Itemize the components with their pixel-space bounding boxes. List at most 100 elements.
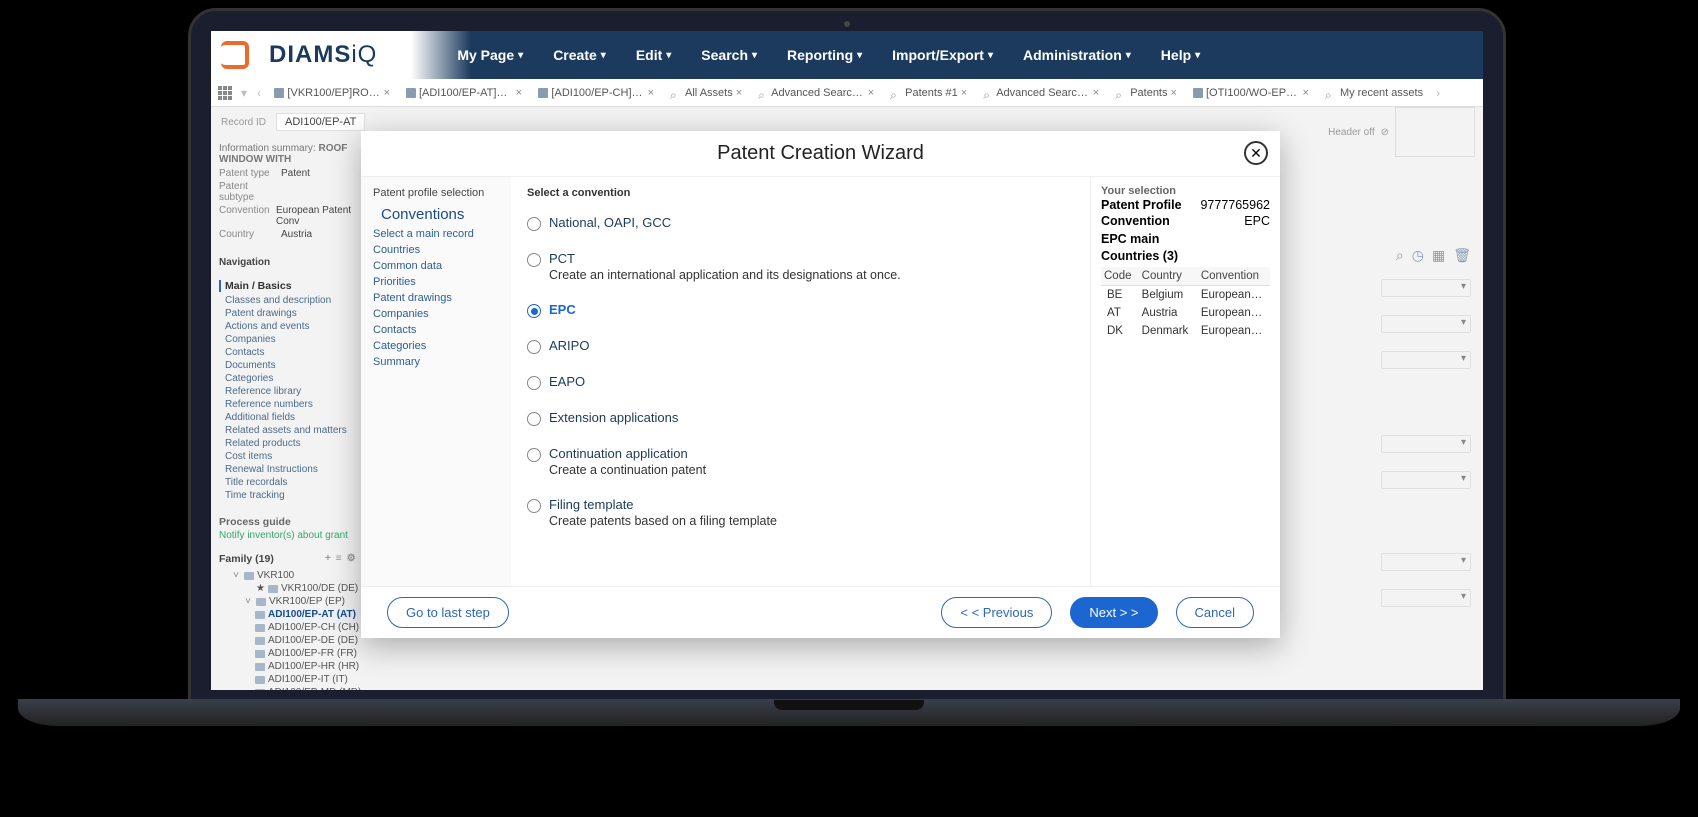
table-row[interactable]: ATAustriaEuropean…	[1101, 304, 1270, 322]
close-icon[interactable]: ×	[1171, 87, 1177, 99]
dropdown-field[interactable]	[1381, 435, 1471, 453]
next-button[interactable]: Next > >	[1070, 597, 1157, 628]
step-current[interactable]: Conventions	[373, 203, 499, 226]
nav-administration[interactable]: Administration▾	[1023, 47, 1131, 63]
option-pct[interactable]: PCTCreate an international application a…	[527, 245, 1074, 296]
clock-icon[interactable]: ◷	[1412, 247, 1424, 264]
tab-next-icon[interactable]: ›	[1432, 86, 1444, 100]
gear-icon[interactable]: ⚙	[347, 553, 356, 565]
nav-help[interactable]: Help▾	[1161, 47, 1200, 63]
plus-icon[interactable]: +	[325, 553, 331, 565]
tree-node[interactable]: ADI100/EP-HR (HR)	[255, 660, 369, 673]
tree-node[interactable]: ˅VKR100	[231, 569, 369, 582]
close-icon[interactable]: ×	[1303, 87, 1309, 99]
nav-item[interactable]: Reference library	[219, 385, 369, 398]
close-icon[interactable]: ×	[961, 87, 967, 99]
tree-node[interactable]: ADI100/EP-DE (DE)	[255, 634, 369, 647]
step-link[interactable]: Patent drawings	[373, 290, 499, 306]
tab-item[interactable]: [ADI100/EP-CH]RO…×	[531, 83, 661, 103]
tab-item[interactable]: Patents #1×	[883, 83, 974, 103]
list-icon[interactable]: ≡	[336, 553, 342, 565]
tab-chevron-down-icon[interactable]: ▾	[237, 86, 251, 100]
nav-mypage[interactable]: My Page▾	[457, 47, 523, 63]
nav-item[interactable]: Time tracking	[219, 489, 369, 502]
tab-prev-icon[interactable]: ‹	[253, 86, 265, 100]
nav-importexport[interactable]: Import/Export▾	[892, 47, 993, 63]
nav-item[interactable]: Contacts	[219, 346, 369, 359]
radio-icon[interactable]	[527, 499, 541, 513]
nav-item[interactable]: Actions and events	[219, 320, 369, 333]
radio-icon[interactable]	[527, 448, 541, 462]
tab-item[interactable]: My recent assets	[1318, 83, 1430, 103]
step-link[interactable]: Categories	[373, 338, 499, 354]
option-continuation[interactable]: Continuation applicationCreate a continu…	[527, 440, 1074, 491]
tree-node-selected[interactable]: ADI100/EP-AT (AT)	[255, 608, 369, 621]
clipboard-icon[interactable]: ▦	[1432, 247, 1445, 264]
radio-icon[interactable]	[527, 304, 541, 318]
nav-item[interactable]: Patent drawings	[219, 307, 369, 320]
tab-item[interactable]: Patents×	[1108, 83, 1184, 103]
close-icon[interactable]: ✕	[1244, 141, 1268, 165]
go-to-last-step-button[interactable]: Go to last step	[387, 597, 509, 628]
nav-create[interactable]: Create▾	[553, 47, 606, 63]
nav-main-basics[interactable]: Main / Basics	[219, 280, 369, 292]
nav-item[interactable]: Cost items	[219, 450, 369, 463]
nav-item[interactable]: Renewal Instructions	[219, 463, 369, 476]
tab-item[interactable]: Advanced Search (C…×	[751, 83, 881, 103]
step-link[interactable]: Summary	[373, 354, 499, 370]
close-icon[interactable]: ×	[648, 87, 654, 99]
step-link[interactable]: Contacts	[373, 322, 499, 338]
dropdown-field[interactable]	[1381, 351, 1471, 369]
nav-item[interactable]: Related products	[219, 437, 369, 450]
table-row[interactable]: DKDenmarkEuropean…	[1101, 322, 1270, 340]
tree-node[interactable]: ADI100/EP-MD (MD)	[255, 686, 369, 690]
radio-icon[interactable]	[527, 217, 541, 231]
nav-edit[interactable]: Edit▾	[636, 47, 671, 63]
step-link[interactable]: Countries	[373, 242, 499, 258]
close-icon[interactable]: ×	[1093, 87, 1099, 99]
toggle-icon[interactable]: ⊘	[1381, 127, 1389, 138]
radio-icon[interactable]	[527, 412, 541, 426]
tree-node[interactable]: ˅VKR100/EP (EP)	[243, 595, 369, 608]
tree-node[interactable]: ADI100/EP-CH (CH)	[255, 621, 369, 634]
tab-item[interactable]: Advanced Search (P…×	[976, 83, 1106, 103]
dropdown-field[interactable]	[1381, 553, 1471, 571]
close-icon[interactable]: ×	[736, 87, 742, 99]
nav-item[interactable]: Categories	[219, 372, 369, 385]
dropdown-field[interactable]	[1381, 279, 1471, 297]
tab-item[interactable]: [VKR100/EP]ROOF…×	[267, 83, 397, 103]
option-national[interactable]: National, OAPI, GCC	[527, 209, 1074, 245]
close-icon[interactable]: ×	[516, 87, 522, 99]
header-off-label[interactable]: Header off	[1328, 127, 1375, 138]
option-aripo[interactable]: ARIPO	[527, 332, 1074, 368]
radio-icon[interactable]	[527, 253, 541, 267]
nav-reporting[interactable]: Reporting▾	[787, 47, 862, 63]
radio-icon[interactable]	[527, 340, 541, 354]
close-icon[interactable]: ×	[868, 87, 874, 99]
tab-item[interactable]: All Assets×	[663, 83, 749, 103]
option-extension[interactable]: Extension applications	[527, 404, 1074, 440]
step-link[interactable]: Common data	[373, 258, 499, 274]
step-link[interactable]: Select a main record	[373, 226, 499, 242]
apps-grid-icon[interactable]	[215, 83, 235, 103]
dropdown-field[interactable]	[1381, 589, 1471, 607]
nav-search[interactable]: Search▾	[701, 47, 757, 63]
step-link[interactable]: Companies	[373, 306, 499, 322]
close-icon[interactable]: ×	[384, 87, 390, 99]
tree-node[interactable]: ★VKR100/DE (DE)	[243, 582, 369, 595]
nav-item[interactable]: Classes and description	[219, 294, 369, 307]
tree-node[interactable]: ADI100/EP-FR (FR)	[255, 647, 369, 660]
nav-item[interactable]: Related assets and matters	[219, 424, 369, 437]
nav-item[interactable]: Reference numbers	[219, 398, 369, 411]
tab-item[interactable]: [OTI100/WO-EP]A H…×	[1186, 83, 1316, 103]
table-row[interactable]: BEBelgiumEuropean…	[1101, 286, 1270, 305]
cancel-button[interactable]: Cancel	[1176, 597, 1254, 628]
option-eapo[interactable]: EAPO	[527, 368, 1074, 404]
dropdown-field[interactable]	[1381, 315, 1471, 333]
nav-item[interactable]: Companies	[219, 333, 369, 346]
option-epc[interactable]: EPC	[527, 296, 1074, 332]
tree-node[interactable]: ADI100/EP-IT (IT)	[255, 673, 369, 686]
trash-icon[interactable]: 🗑	[1453, 247, 1471, 264]
radio-icon[interactable]	[527, 376, 541, 390]
previous-button[interactable]: < < Previous	[941, 597, 1052, 628]
